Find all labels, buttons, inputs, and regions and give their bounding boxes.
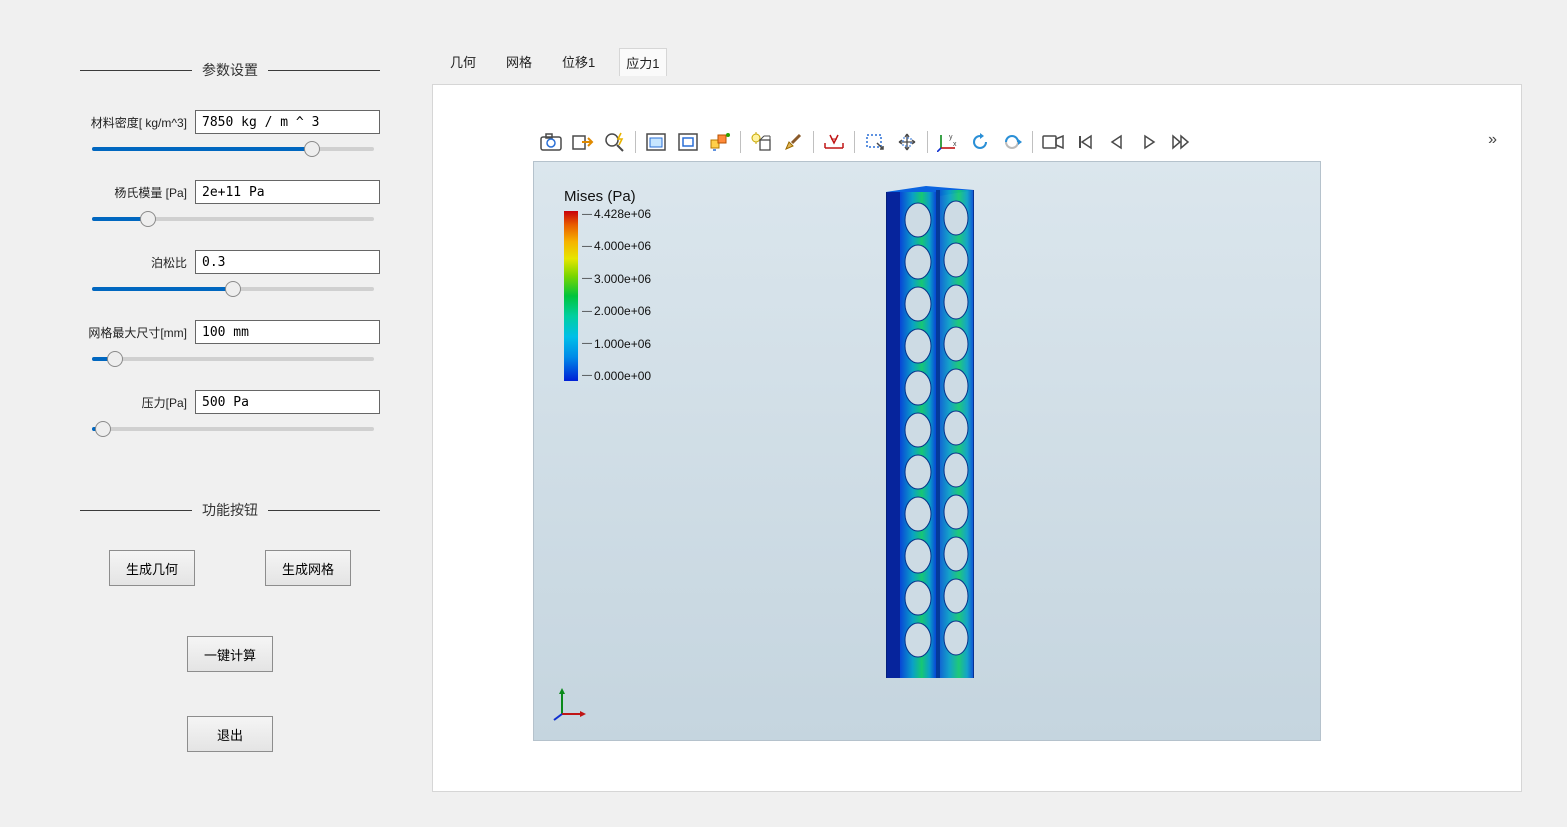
rotate-half-icon[interactable]	[996, 128, 1028, 156]
tab-网格[interactable]: 网格	[500, 48, 538, 76]
toolbar-separator	[635, 131, 636, 153]
export-arrow-icon[interactable]	[567, 128, 599, 156]
rotate-ccw-icon[interactable]	[964, 128, 996, 156]
param-slider[interactable]	[92, 210, 374, 228]
legend-tick: 0.000e+00	[582, 369, 651, 383]
param-input[interactable]	[195, 250, 380, 274]
step-back-icon[interactable]	[1101, 128, 1133, 156]
param-label: 材料密度[ kg/m^3]	[80, 114, 195, 131]
play-icon[interactable]	[1133, 128, 1165, 156]
param-slider[interactable]	[92, 140, 374, 158]
zoom-lightning-icon[interactable]	[599, 128, 631, 156]
window-outline-icon[interactable]	[672, 128, 704, 156]
legend-tick: 4.000e+06	[582, 239, 651, 253]
params-title-text: 参数设置	[192, 60, 268, 80]
param-label: 网格最大尺寸[mm]	[80, 324, 195, 341]
toolbar-separator	[854, 131, 855, 153]
compute-button[interactable]: 一键计算	[187, 636, 273, 672]
sidebar: 参数设置 材料密度[ kg/m^3] 杨氏模量 [Pa] 泊松比网格最大尺寸[mm]…	[0, 0, 420, 827]
legend-tick: 3.000e+06	[582, 272, 651, 286]
video-camera-icon[interactable]	[1037, 128, 1069, 156]
window-box-icon[interactable]	[640, 128, 672, 156]
axes-xyz-icon[interactable]: yx	[932, 128, 964, 156]
tab-应力1[interactable]: 应力1	[619, 48, 666, 76]
section-title-functions: 功能按钮	[80, 500, 380, 520]
legend-colorbar	[564, 211, 578, 381]
functions-title-text: 功能按钮	[192, 500, 268, 520]
camera-icon[interactable]	[535, 128, 567, 156]
toolbar-separator	[740, 131, 741, 153]
param-label: 压力[Pa]	[80, 394, 195, 411]
viewport-toolbar: yx	[535, 125, 1197, 159]
select-rect-icon[interactable]	[859, 128, 891, 156]
legend-tick: 2.000e+06	[582, 304, 651, 318]
step-fwd-icon[interactable]	[1165, 128, 1197, 156]
param-slider[interactable]	[92, 350, 374, 368]
param-input[interactable]	[195, 390, 380, 414]
param-slider[interactable]	[92, 280, 374, 298]
legend-ticks: 4.428e+06 4.000e+06 3.000e+06 2.000e+06 1.00…	[582, 207, 651, 383]
toolbar-separator	[1032, 131, 1033, 153]
param-slider[interactable]	[92, 420, 374, 438]
param-input[interactable]	[195, 180, 380, 204]
generate-mesh-button[interactable]: 生成网格	[265, 550, 351, 586]
brush-icon[interactable]	[777, 128, 809, 156]
toolbar-separator	[927, 131, 928, 153]
param-label: 杨氏模量 [Pa]	[80, 184, 195, 201]
param-row: 网格最大尺寸[mm]	[80, 320, 380, 344]
3d-viewport[interactable]: Mises (Pa) 4.428e+06 4.000e+06 3.000e+06 2.…	[533, 161, 1321, 741]
param-row: 泊松比	[80, 250, 380, 274]
param-row: 材料密度[ kg/m^3]	[80, 110, 380, 134]
cubes-lights-icon[interactable]	[704, 128, 736, 156]
legend-tick: 4.428e+06	[582, 207, 651, 221]
legend-title: Mises (Pa)	[564, 188, 651, 205]
legend-tick: 1.000e+06	[582, 337, 651, 351]
content-area: 几何网格位移1 应力1 yx » Mises (Pa) 4.428e+06 4.00…	[432, 40, 1532, 800]
tab-几何[interactable]: 几何	[444, 48, 482, 76]
params-list: 材料密度[ kg/m^3] 杨氏模量 [Pa] 泊松比网格最大尺寸[mm] 压力[Pa…	[80, 110, 380, 438]
lightbulb-cube-icon[interactable]	[745, 128, 777, 156]
tab-位移1[interactable]: 位移1	[556, 48, 601, 76]
button-grid: 生成几何 生成网格 一键计算 退出	[80, 550, 380, 752]
exit-button[interactable]: 退出	[187, 716, 273, 752]
orientation-triad-icon	[552, 686, 588, 722]
select-move-icon[interactable]	[891, 128, 923, 156]
result-panel: yx » Mises (Pa) 4.428e+06 4.000e+06 3.000e…	[432, 84, 1522, 792]
svg-text:y: y	[949, 134, 953, 141]
caliper-icon[interactable]	[818, 128, 850, 156]
param-label: 泊松比	[80, 254, 195, 271]
generate-geometry-button[interactable]: 生成几何	[109, 550, 195, 586]
param-input[interactable]	[195, 110, 380, 134]
tab-bar: 几何网格位移1 应力1	[432, 40, 1532, 84]
section-title-params: 参数设置	[80, 60, 380, 80]
param-row: 杨氏模量 [Pa]	[80, 180, 380, 204]
toolbar-separator	[813, 131, 814, 153]
skip-start-icon[interactable]	[1069, 128, 1101, 156]
fea-model-render	[886, 186, 974, 684]
color-legend: Mises (Pa) 4.428e+06 4.000e+06 3.000e+06 2.…	[564, 188, 651, 383]
svg-text:x: x	[953, 141, 957, 148]
param-row: 压力[Pa]	[80, 390, 380, 414]
param-input[interactable]	[195, 320, 380, 344]
toolbar-overflow-button[interactable]: »	[1488, 131, 1497, 149]
